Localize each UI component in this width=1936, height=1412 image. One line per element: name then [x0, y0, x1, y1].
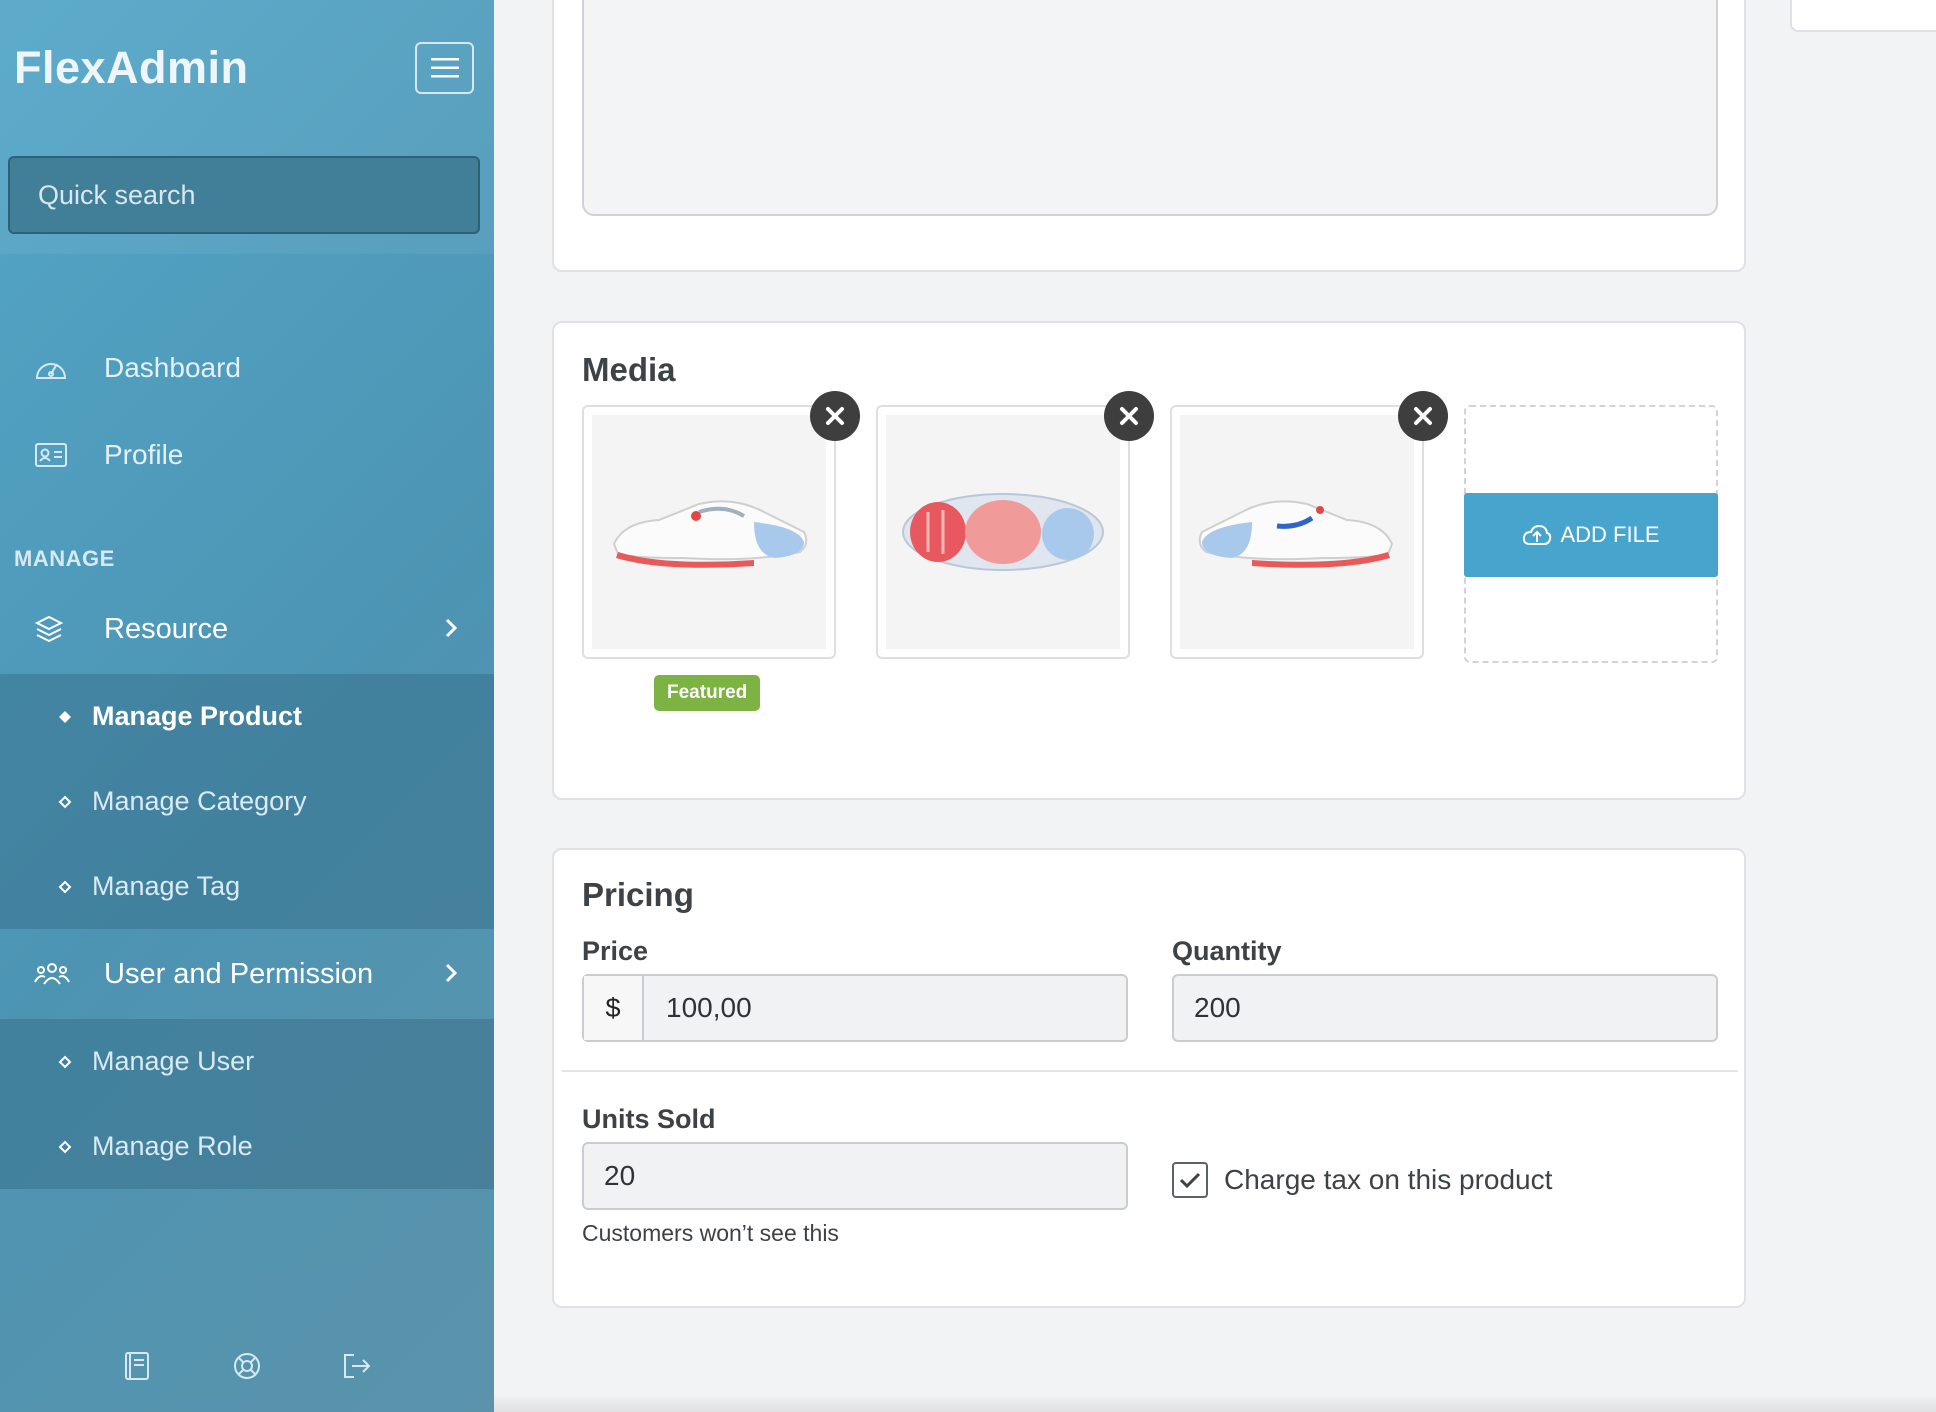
sidebar-item-manage-category[interactable]: Manage Category	[0, 759, 494, 844]
add-file-label: ADD FILE	[1560, 522, 1660, 547]
nav-item-label: Profile	[104, 438, 184, 470]
media-thumbnail[interactable]: Featured	[582, 391, 860, 711]
dashboard-icon	[34, 353, 68, 383]
charge-tax-checkbox[interactable]	[1172, 1162, 1208, 1198]
nav-item-label: Dashboard	[104, 351, 241, 383]
help-lifebuoy-icon[interactable]	[231, 1350, 263, 1382]
brand-bar: FlexAdmin	[0, 0, 494, 136]
cloud-upload-icon	[1523, 524, 1552, 545]
nav-group-label: User and Permission	[104, 957, 374, 990]
close-icon	[1414, 407, 1432, 425]
app-logo[interactable]: FlexAdmin	[14, 42, 249, 94]
close-icon	[826, 407, 844, 425]
chevron-right-icon	[444, 613, 458, 646]
sidebar-item-label: Manage Role	[92, 1131, 253, 1161]
logout-icon[interactable]	[341, 1350, 373, 1382]
units-sold-input-group	[582, 1142, 1128, 1210]
quantity-input[interactable]	[1174, 976, 1716, 1040]
diamond-outline-icon	[58, 1055, 78, 1069]
hamburger-icon	[430, 58, 459, 78]
checkmark-icon	[1179, 1172, 1201, 1189]
nav-group-label: Resource	[104, 612, 229, 645]
sidebar-item-manage-role[interactable]: Manage Role	[0, 1104, 494, 1189]
media-card: Media Featured ADD FILE	[552, 321, 1746, 800]
sidebar-item-manage-tag[interactable]: Manage Tag	[0, 844, 494, 929]
currency-addon: $	[584, 976, 644, 1040]
resource-submenu: Manage Product Manage Category Manage Ta…	[0, 674, 494, 929]
nav-group-user-permission[interactable]: User and Permission	[0, 929, 494, 1019]
nav-item-profile[interactable]: Profile	[0, 411, 494, 498]
profile-card-icon	[34, 440, 68, 470]
nav-group-resource[interactable]: Resource	[0, 584, 494, 674]
add-file-button[interactable]: ADD FILE	[1464, 493, 1718, 577]
pricing-title: Pricing	[582, 876, 694, 913]
sidebar-item-label: Manage User	[92, 1046, 255, 1076]
pricing-divider	[562, 1070, 1738, 1072]
shoe-sole-image	[886, 415, 1120, 649]
media-thumbnail[interactable]	[1170, 391, 1448, 659]
quantity-input-group	[1172, 974, 1718, 1042]
sidebar-footer	[0, 1350, 494, 1382]
scroll-shadow	[494, 1394, 1936, 1412]
units-sold-help: Customers won’t see this	[582, 1220, 839, 1246]
price-label: Price	[582, 936, 649, 966]
book-icon[interactable]	[121, 1350, 153, 1382]
shoe-side-image	[592, 415, 826, 649]
sidebar-item-manage-user[interactable]: Manage User	[0, 1019, 494, 1104]
sidebar-item-label: Manage Category	[92, 786, 307, 816]
file-drop-zone[interactable]: ADD FILE	[1464, 405, 1718, 663]
media-gallery: Featured ADD FILE	[582, 391, 1718, 711]
price-input-group: $	[582, 974, 1128, 1042]
section-title-manage: MANAGE	[14, 546, 115, 571]
quick-search-wrap	[0, 136, 494, 254]
remove-image-button[interactable]	[1104, 391, 1154, 441]
media-thumbnail[interactable]	[876, 391, 1154, 659]
remove-image-button[interactable]	[810, 391, 860, 441]
quantity-label: Quantity	[1172, 936, 1282, 966]
nav-item-dashboard[interactable]: Dashboard	[0, 324, 494, 411]
featured-badge: Featured	[654, 675, 761, 711]
description-textarea[interactable]	[582, 0, 1718, 216]
sidebar-item-label: Manage Product	[92, 701, 303, 731]
pricing-card: Pricing Price $ Quantity Units Sold Cust…	[552, 848, 1746, 1308]
side-panel-card	[1790, 0, 1936, 32]
units-sold-input[interactable]	[584, 1144, 1126, 1208]
units-sold-label: Units Sold	[582, 1104, 716, 1134]
sidebar-item-label: Manage Tag	[92, 871, 241, 901]
diamond-outline-icon	[58, 1140, 78, 1154]
diamond-filled-icon	[58, 710, 78, 724]
quick-search-input[interactable]	[8, 156, 480, 234]
description-card	[552, 0, 1746, 272]
diamond-outline-icon	[58, 880, 78, 894]
price-input[interactable]	[644, 976, 1126, 1040]
charge-tax-label: Charge tax on this product	[1224, 1164, 1553, 1195]
layers-icon	[34, 612, 70, 646]
sidebar-item-manage-product[interactable]: Manage Product	[0, 674, 494, 759]
users-icon	[34, 957, 70, 991]
main-content: Media Featured ADD FILE Pricing Price $ …	[494, 0, 1936, 1412]
media-title: Media	[582, 351, 676, 388]
menu-toggle-button[interactable]	[415, 42, 474, 94]
user-permission-submenu: Manage User Manage Role	[0, 1019, 494, 1189]
chevron-right-icon	[444, 958, 458, 991]
charge-tax-row[interactable]: Charge tax on this product	[1172, 1162, 1552, 1198]
shoe-side-image	[1180, 415, 1414, 649]
close-icon	[1120, 407, 1138, 425]
sidebar: FlexAdmin Dashboard	[0, 0, 494, 1412]
diamond-outline-icon	[58, 795, 78, 809]
primary-nav: Dashboard Profile	[0, 324, 494, 498]
remove-image-button[interactable]	[1398, 391, 1448, 441]
